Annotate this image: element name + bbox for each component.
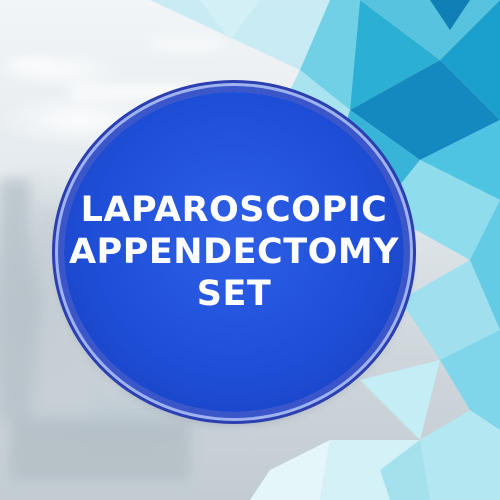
badge-title-line-2: APPENDECTOMY [68,232,400,272]
badge-title-line-3: SET [196,274,272,314]
product-tile: LAPAROSCOPIC APPENDECTOMY SET [0,0,500,500]
badge-title: LAPAROSCOPIC APPENDECTOMY SET [64,92,404,412]
title-badge: LAPAROSCOPIC APPENDECTOMY SET [64,92,404,412]
badge-title-line-1: LAPAROSCOPIC [80,190,388,230]
